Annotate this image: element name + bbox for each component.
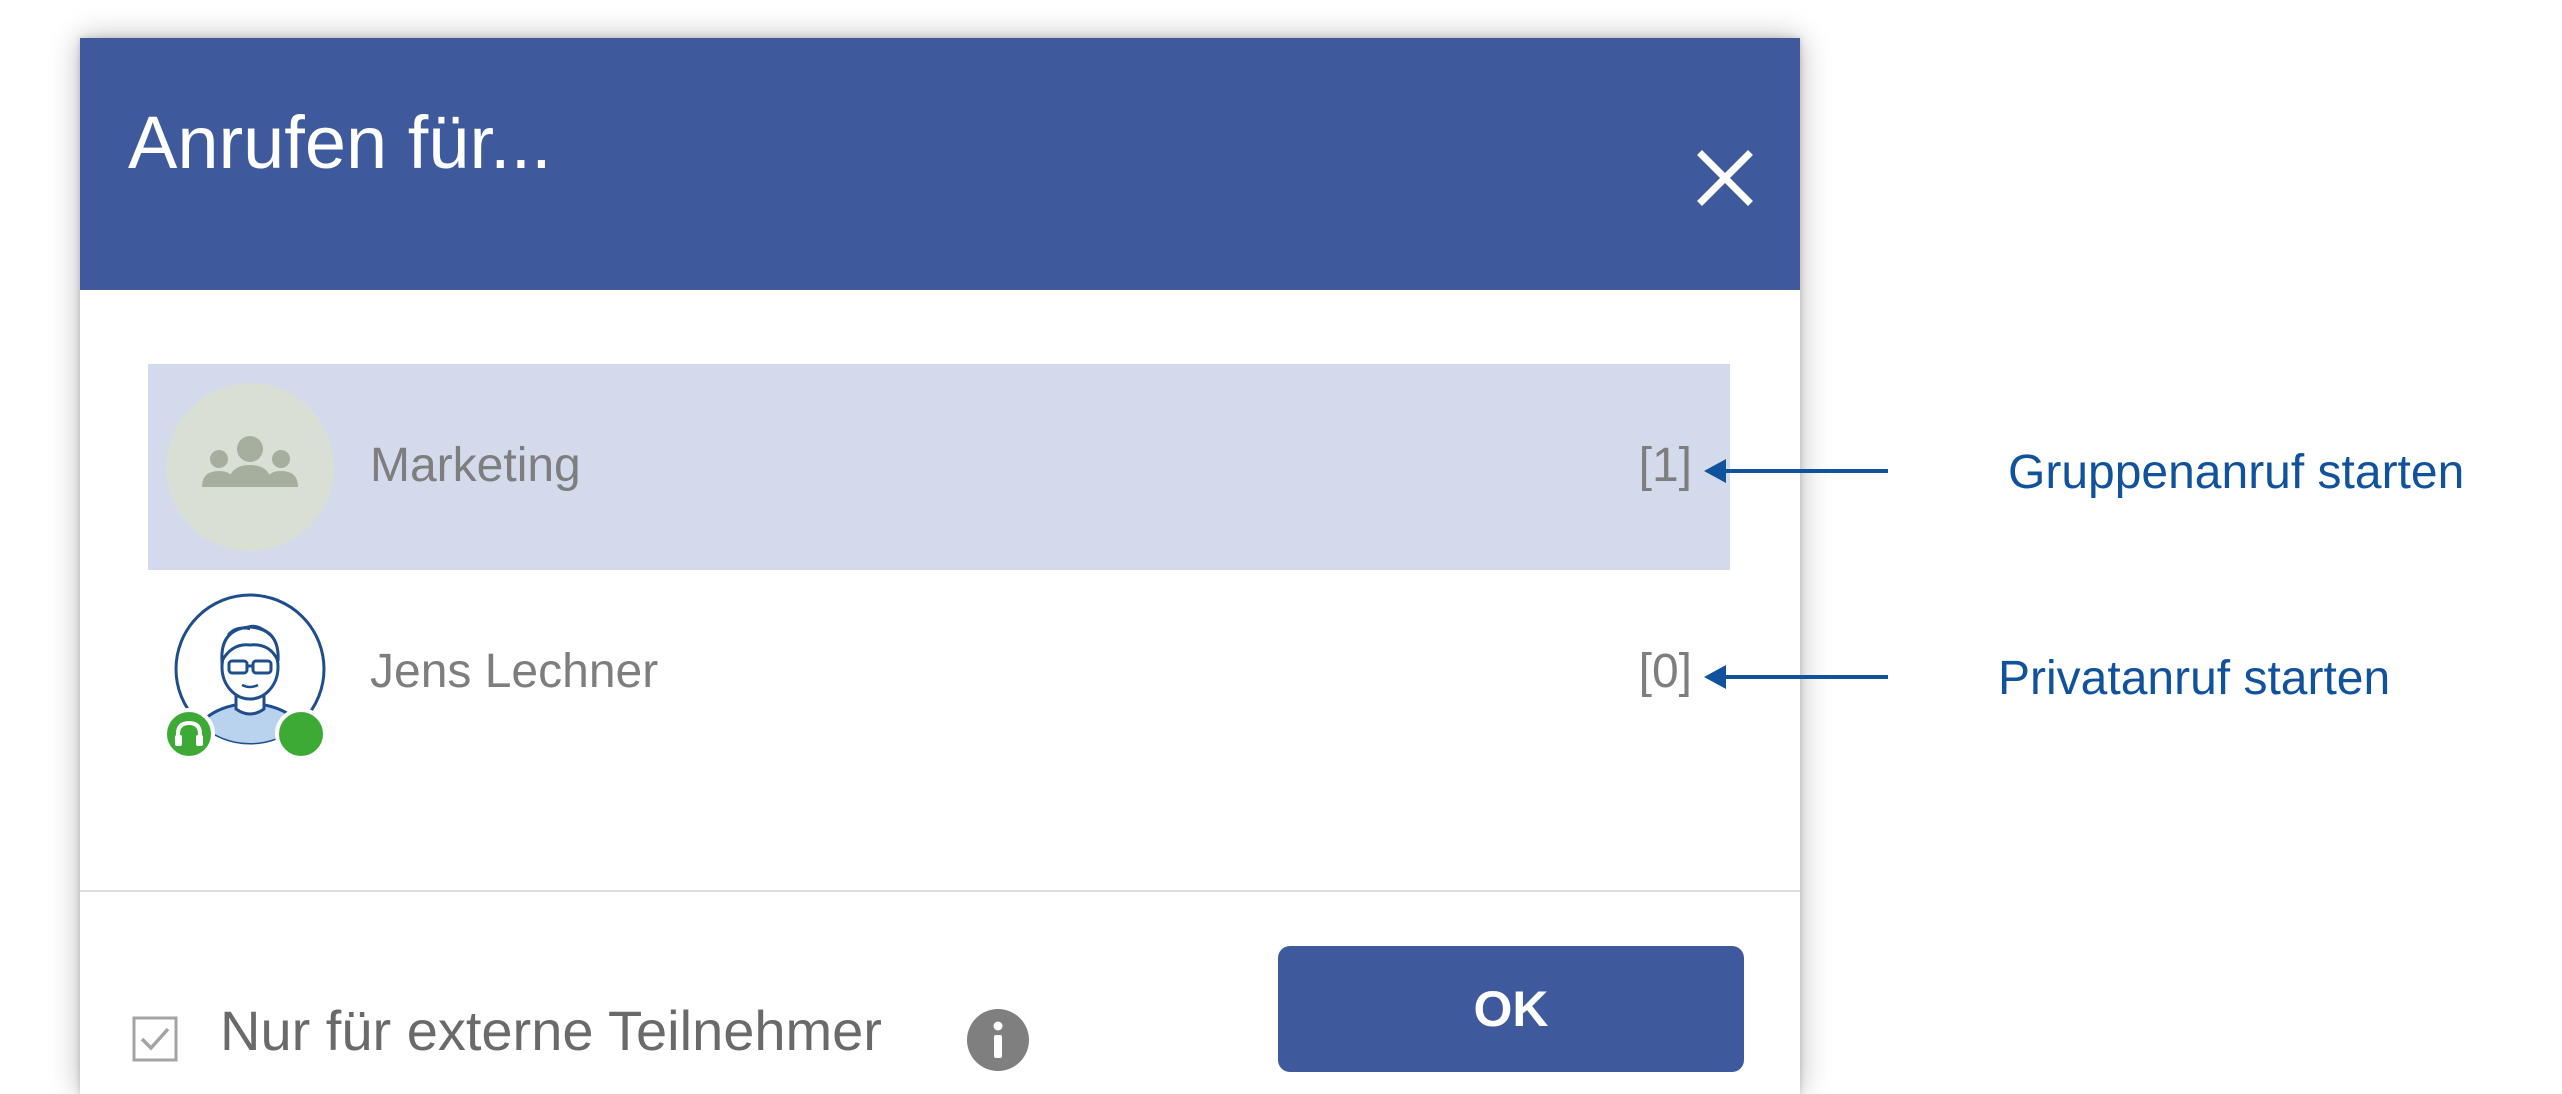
annotation-private-call: Privatanruf starten [1998,652,2391,705]
group-avatar [166,383,334,551]
info-icon [967,1009,1029,1071]
list-item-label: Jens Lechner [370,645,659,698]
participant-count: [1] [1638,439,1692,492]
list-item-marketing[interactable]: Marketing [1] [148,364,1730,570]
list-item-jens-lechner[interactable]: Jens Lechner [0] [148,570,1730,776]
headset-icon [163,708,215,760]
dialog-title: Anrufen für... [128,101,552,184]
external-only-checkbox[interactable] [132,1016,178,1062]
group-icon [166,383,334,551]
checkbox-icon [132,1016,178,1062]
checkbox-label[interactable]: Nur für externe Teilnehmer [220,996,882,1066]
user-avatar [163,589,334,760]
ok-button[interactable]: OK [1278,946,1744,1072]
arrow-left-icon [1704,665,1888,689]
online-status-icon [275,708,327,760]
call-dialog: Anrufen für... Marketing [1] Jens Lechne… [80,38,1800,1094]
info-button[interactable] [966,1008,1030,1072]
close-button[interactable] [1680,133,1770,223]
call-target-list: Marketing [1] Jens Lechner [0] [148,364,1730,776]
list-item-label: Marketing [370,439,581,492]
dialog-header: Anrufen für... [80,38,1800,290]
arrow-left-icon [1704,459,1888,483]
divider [80,890,1800,892]
close-icon [1697,150,1753,206]
annotation-group-call: Gruppenanruf starten [2008,446,2465,499]
participant-count: [0] [1638,645,1692,698]
